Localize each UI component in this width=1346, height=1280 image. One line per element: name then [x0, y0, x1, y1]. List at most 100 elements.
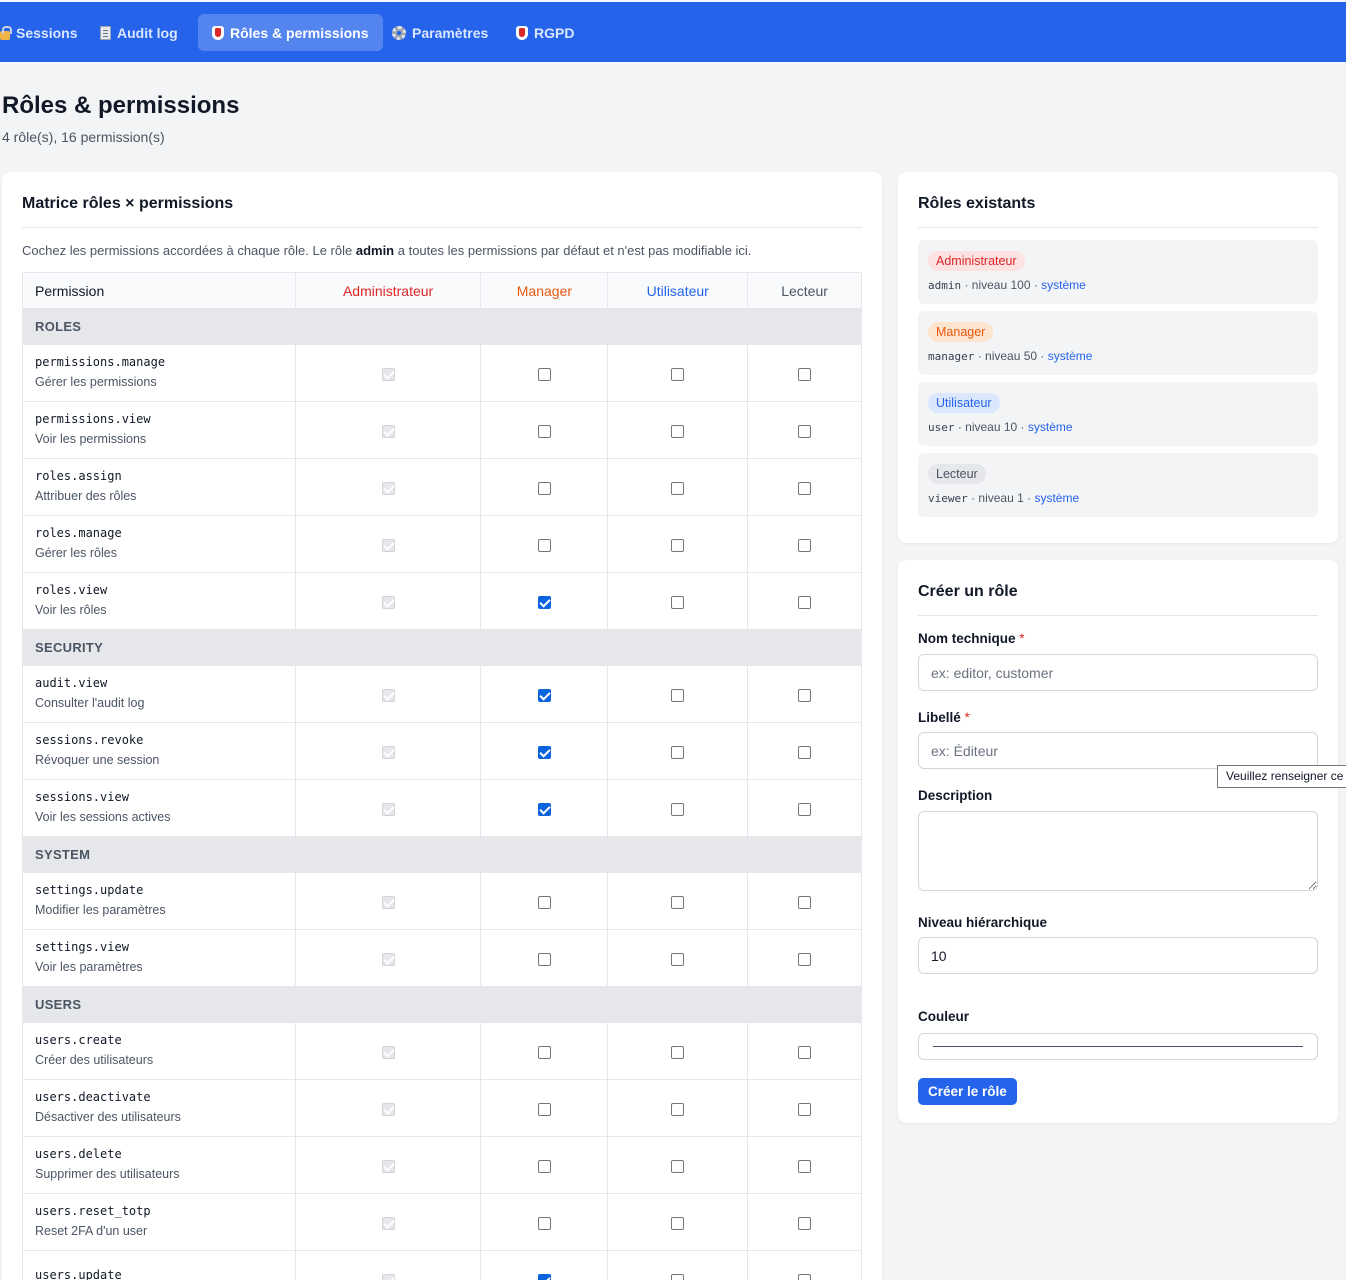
viewer-checkbox[interactable] — [798, 1102, 812, 1116]
role-item-viewer: Lecteur viewer · niveau 1 · système — [918, 453, 1318, 517]
lock-icon — [0, 25, 12, 40]
user-checkbox[interactable] — [671, 1045, 685, 1059]
user-checkbox[interactable] — [671, 367, 685, 381]
create-role-button[interactable]: Créer le rôle — [918, 1078, 1017, 1105]
user-checkbox[interactable] — [671, 538, 685, 552]
color-field-label: Couleur — [918, 1009, 970, 1024]
user-cell — [607, 1136, 749, 1194]
manager-checkbox[interactable] — [537, 1273, 551, 1280]
manager-checkbox[interactable] — [537, 688, 551, 702]
permission-code: roles.view — [35, 583, 108, 597]
nav-tab-audit-log[interactable]: Audit log — [86, 14, 192, 51]
shield-icon — [516, 25, 528, 40]
viewer-checkbox[interactable] — [798, 1045, 812, 1059]
manager-checkbox[interactable] — [537, 538, 551, 552]
description-field-label: Description — [918, 788, 993, 803]
technical-name-input[interactable] — [918, 654, 1318, 691]
nav-tab-roles-permissions[interactable]: Rôles & permissions — [198, 14, 383, 51]
manager-checkbox[interactable] — [537, 424, 551, 438]
user-checkbox[interactable] — [671, 952, 685, 966]
permission-row: users.create Créer des utilisateurs — [22, 1022, 862, 1080]
description-textarea[interactable] — [918, 811, 1318, 891]
admin-checkbox-disabled — [381, 1159, 395, 1173]
validation-tooltip: Veuillez renseigner ce champ. — [1217, 765, 1346, 788]
user-checkbox[interactable] — [671, 895, 685, 909]
manager-checkbox[interactable] — [537, 1159, 551, 1173]
viewer-checkbox[interactable] — [798, 538, 812, 552]
manager-checkbox[interactable] — [537, 1045, 551, 1059]
user-checkbox[interactable] — [671, 1216, 685, 1230]
matrix-card-title: Matrice rôles × permissions — [22, 195, 234, 212]
manager-checkbox[interactable] — [537, 952, 551, 966]
permission-code: users.delete — [35, 1147, 122, 1161]
manager-checkbox[interactable] — [537, 802, 551, 816]
permission-label: Révoquer une session — [35, 753, 160, 767]
manager-cell — [480, 1193, 609, 1251]
nav-tab-rgpd[interactable]: RGPD — [502, 14, 588, 51]
nav-tab-sessions[interactable]: Sessions — [0, 14, 91, 51]
nav-tab-parametres[interactable]: Paramètres — [378, 14, 502, 51]
viewer-checkbox[interactable] — [798, 688, 812, 702]
viewer-checkbox[interactable] — [798, 595, 812, 609]
user-checkbox[interactable] — [671, 802, 685, 816]
user-checkbox[interactable] — [671, 745, 685, 759]
viewer-checkbox[interactable] — [798, 895, 812, 909]
user-checkbox[interactable] — [671, 1159, 685, 1173]
viewer-checkbox[interactable] — [798, 952, 812, 966]
role-meta: admin · niveau 100 · système — [928, 278, 1086, 292]
admin-checkbox-disabled — [381, 481, 395, 495]
create-role-title: Créer un rôle — [918, 583, 1018, 600]
user-cell — [607, 401, 749, 459]
permission-row: permissions.manage Gérer les permissions — [22, 344, 862, 402]
admin-checkbox-disabled — [381, 952, 395, 966]
manager-cell — [480, 344, 609, 402]
manager-checkbox[interactable] — [537, 367, 551, 381]
column-header-manager: Manager — [480, 272, 609, 309]
user-checkbox[interactable] — [671, 1102, 685, 1116]
user-cell — [607, 515, 749, 573]
manager-cell — [480, 929, 609, 987]
manager-checkbox[interactable] — [537, 1216, 551, 1230]
permission-cell: roles.assign Attribuer des rôles — [22, 458, 296, 516]
viewer-checkbox[interactable] — [798, 1159, 812, 1173]
role-code: user — [928, 421, 955, 434]
viewer-checkbox[interactable] — [798, 1216, 812, 1230]
user-checkbox[interactable] — [671, 595, 685, 609]
user-cell — [607, 458, 749, 516]
level-input[interactable] — [918, 937, 1318, 974]
manager-checkbox[interactable] — [537, 745, 551, 759]
permission-label: Reset 2FA d'un user — [35, 1224, 148, 1238]
user-checkbox[interactable] — [671, 1273, 685, 1280]
admin-checkbox-disabled — [381, 1273, 395, 1280]
user-checkbox[interactable] — [671, 424, 685, 438]
manager-checkbox[interactable] — [537, 895, 551, 909]
permission-row: users.delete Supprimer des utilisateurs — [22, 1136, 862, 1194]
manager-checkbox[interactable] — [537, 595, 551, 609]
color-picker-input[interactable] — [918, 1033, 1318, 1060]
manager-cell — [480, 515, 609, 573]
permission-label: Attribuer des rôles — [35, 489, 137, 503]
group-header: ROLES — [22, 308, 862, 345]
user-cell — [607, 344, 749, 402]
viewer-checkbox[interactable] — [798, 367, 812, 381]
required-mark: * — [1019, 631, 1025, 646]
permission-code: roles.assign — [35, 469, 122, 483]
permission-cell: sessions.revoke Révoquer une session — [22, 722, 296, 780]
user-checkbox[interactable] — [671, 481, 685, 495]
manager-checkbox[interactable] — [537, 481, 551, 495]
nav-tab-label: RGPD — [534, 24, 575, 41]
libelle-input[interactable] — [918, 732, 1318, 769]
viewer-checkbox[interactable] — [798, 802, 812, 816]
permission-row: audit.view Consulter l'audit log — [22, 665, 862, 723]
viewer-checkbox[interactable] — [798, 1273, 812, 1280]
admin-checkbox-disabled — [381, 424, 395, 438]
user-checkbox[interactable] — [671, 688, 685, 702]
user-cell — [607, 1193, 749, 1251]
manager-checkbox[interactable] — [537, 1102, 551, 1116]
viewer-cell — [747, 779, 862, 837]
viewer-checkbox[interactable] — [798, 745, 812, 759]
manager-cell — [480, 1250, 609, 1280]
viewer-checkbox[interactable] — [798, 481, 812, 495]
viewer-checkbox[interactable] — [798, 424, 812, 438]
role-code: manager — [928, 350, 975, 363]
